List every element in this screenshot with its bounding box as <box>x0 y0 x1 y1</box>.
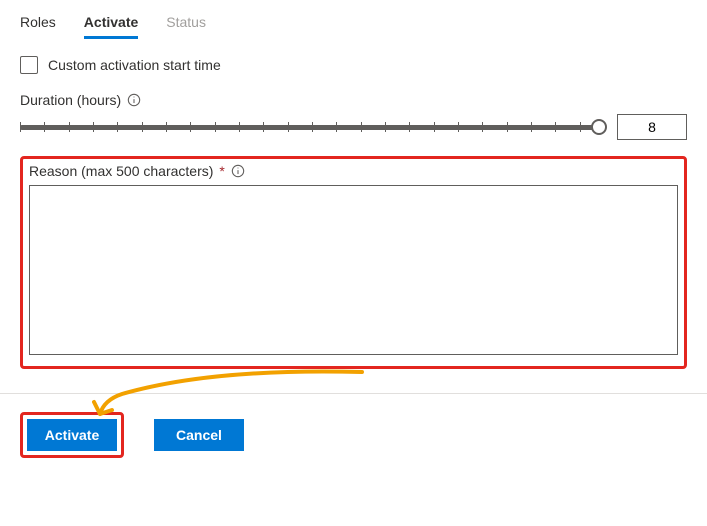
reason-label: Reason (max 500 characters) <box>29 163 213 179</box>
cancel-button[interactable]: Cancel <box>154 419 244 451</box>
activate-highlight: Activate <box>20 412 124 458</box>
tab-roles[interactable]: Roles <box>20 8 56 38</box>
required-indicator: * <box>219 163 224 179</box>
divider <box>0 393 707 394</box>
annotation-arrow-icon <box>92 366 372 422</box>
custom-start-checkbox[interactable] <box>20 56 38 74</box>
button-row: Activate Cancel <box>20 412 687 458</box>
tab-status[interactable]: Status <box>166 8 206 38</box>
duration-label: Duration (hours) <box>20 92 121 108</box>
duration-slider[interactable] <box>20 117 605 137</box>
activate-button[interactable]: Activate <box>27 419 117 451</box>
reason-highlight: Reason (max 500 characters) * <box>20 156 687 369</box>
info-icon[interactable] <box>231 164 245 178</box>
duration-input[interactable] <box>617 114 687 140</box>
reason-textarea[interactable] <box>29 185 678 355</box>
info-icon[interactable] <box>127 93 141 107</box>
tab-activate[interactable]: Activate <box>84 8 138 38</box>
slider-thumb[interactable] <box>591 119 607 135</box>
tabs: Roles Activate Status <box>20 8 687 38</box>
custom-start-label: Custom activation start time <box>48 57 221 73</box>
